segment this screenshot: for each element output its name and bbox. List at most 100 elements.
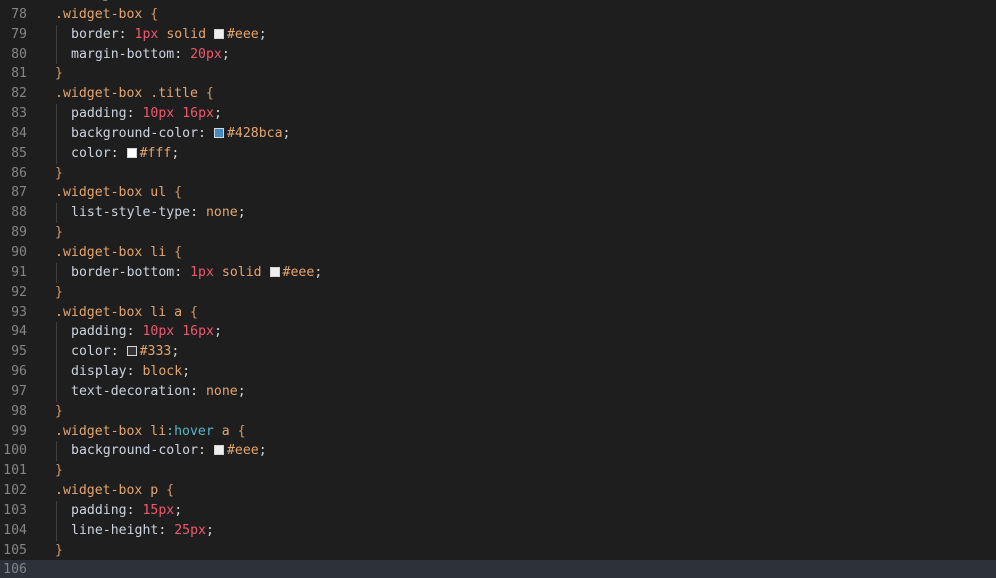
code-line[interactable]: 101}: [0, 461, 996, 481]
code-line[interactable]: 85 color: #fff;: [0, 143, 996, 164]
colon: :: [190, 383, 206, 399]
line-number: 94: [11, 324, 27, 340]
code-line[interactable]: 82 .widget-box .title {: [0, 84, 996, 104]
line-number: 80: [11, 46, 27, 62]
code-line[interactable]: 100 background-color: #eee;: [0, 441, 996, 462]
semicolon: ;: [258, 26, 267, 42]
code-line[interactable]: 91 border-bottom: 1px solid #eee;: [0, 262, 996, 283]
color-swatch-icon[interactable]: [213, 445, 224, 456]
code-line[interactable]: 90 .widget-box li {: [0, 243, 996, 263]
line-number: 95: [11, 344, 27, 360]
line-code: .widget-box li:hover a {: [55, 422, 246, 442]
line-number: 83: [11, 106, 27, 122]
css-value: 20px: [190, 46, 222, 62]
code-line[interactable]: 87 .widget-box ul {: [0, 183, 996, 203]
color-swatch-icon[interactable]: [126, 346, 137, 357]
code-line[interactable]: 79 border: 1px solid #eee;: [0, 24, 996, 45]
colon: :: [126, 502, 143, 518]
line-number: 84: [11, 125, 27, 141]
code-line[interactable]: 81}: [0, 64, 996, 84]
colon: :: [198, 443, 214, 459]
css-value: #eee: [226, 26, 259, 42]
open-brace: {: [166, 483, 175, 499]
css-property: background-color: [71, 125, 199, 141]
css-declaration: list-style-type: none;: [55, 205, 246, 220]
css-property: padding: [71, 106, 127, 122]
color-swatch-icon[interactable]: [213, 28, 224, 39]
line-number: 88: [11, 205, 27, 221]
code-line[interactable]: 99 .widget-box li:hover a {: [0, 422, 996, 442]
css-value: block: [142, 364, 183, 380]
close-brace: }: [55, 165, 63, 181]
line-number: 101: [3, 463, 27, 479]
css-value: none: [205, 205, 238, 221]
line-code: margin-bottom: 20px;: [55, 45, 230, 65]
line-code: .widget-box {: [55, 5, 158, 25]
css-selector: .widget-box li a: [55, 304, 183, 320]
line-code: color: #fff;: [55, 144, 179, 164]
colon: :: [158, 522, 175, 538]
css-value: #428bca: [226, 125, 283, 141]
line-number: 82: [11, 86, 27, 102]
code-line[interactable]: 95 color: #333;: [0, 342, 996, 363]
code-line[interactable]: 94 padding: 10px 16px;: [0, 322, 996, 343]
code-line[interactable]: 93 .widget-box li a {: [0, 303, 996, 323]
line-number: 99: [11, 423, 27, 439]
css-selector: .widget-box: [55, 6, 143, 22]
css-property: color: [71, 344, 111, 360]
line-code: .widget-box ul {: [55, 183, 182, 203]
code-line[interactable]: 104 line-height: 25px;: [0, 520, 996, 541]
color-swatch-icon[interactable]: [126, 147, 137, 158]
css-declaration: color: #333;: [55, 344, 179, 359]
css-value: 1px: [134, 26, 159, 42]
code-line[interactable]: 98}: [0, 402, 996, 422]
css-value: 1px: [190, 264, 214, 280]
code-line[interactable]: 86}: [0, 164, 996, 184]
close-brace: }: [55, 463, 63, 479]
css-property: line-height: [71, 522, 159, 538]
code-line[interactable]: 89}: [0, 223, 996, 243]
css-value: solid: [221, 264, 262, 280]
code-line[interactable]: 84 background-color: #428bca;: [0, 123, 996, 144]
colon: :: [110, 344, 127, 360]
code-editor[interactable]: 77/* widget */78.widget-box {79border: 1…: [0, 0, 996, 578]
code-line[interactable]: 96 display: block;: [0, 362, 996, 382]
close-brace: }: [55, 542, 63, 558]
code-line[interactable]: 103 padding: 15px;: [0, 500, 996, 521]
line-code: }: [55, 64, 63, 84]
code-line[interactable]: 80 margin-bottom: 20px;: [0, 44, 996, 65]
css-declaration: color: #fff;: [55, 146, 179, 161]
css-value: none: [205, 383, 238, 399]
open-brace: {: [205, 86, 214, 102]
css-property: margin-bottom: [71, 46, 175, 62]
line-number: 100: [3, 443, 27, 459]
color-swatch-icon[interactable]: [213, 127, 224, 138]
css-declaration: padding: 10px 16px;: [55, 324, 222, 339]
comment-text: /* widget */: [55, 0, 150, 2]
line-number: 87: [11, 185, 27, 201]
line-number: 102: [3, 483, 27, 499]
semicolon: ;: [282, 125, 291, 141]
code-line[interactable]: 97 text-decoration: none;: [0, 381, 996, 402]
css-property: border: [71, 26, 119, 42]
line-code: line-height: 25px;: [55, 521, 214, 541]
css-declaration: background-color: #eee;: [55, 443, 267, 458]
css-value: 16px: [182, 106, 214, 122]
code-line[interactable]: 102 .widget-box p {: [0, 481, 996, 501]
css-value: #333: [139, 344, 172, 360]
code-line[interactable]: 106: [0, 560, 996, 578]
code-line[interactable]: 88 list-style-type: none;: [0, 203, 996, 224]
line-number: 89: [11, 225, 27, 241]
code-line[interactable]: 105}: [0, 541, 996, 561]
code-line[interactable]: 92}: [0, 283, 996, 303]
css-property: text-decoration: [71, 383, 191, 399]
css-property: padding: [71, 502, 127, 518]
semicolon: ;: [213, 106, 222, 122]
code-line[interactable]: 83 padding: 10px 16px;: [0, 104, 996, 124]
css-property: color: [71, 145, 111, 161]
line-number: 92: [11, 284, 27, 300]
line-code: border-bottom: 1px solid #eee;: [55, 263, 322, 283]
color-swatch-icon[interactable]: [269, 266, 280, 277]
css-selector-tail: a: [213, 423, 230, 439]
code-line[interactable]: 78 .widget-box {: [0, 5, 996, 25]
